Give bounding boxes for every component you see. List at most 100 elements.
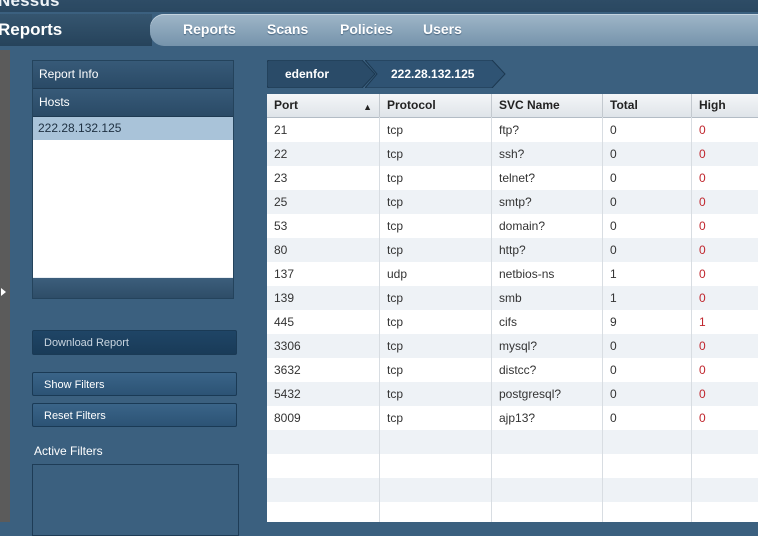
breadcrumb-host-label: 222.28.132.125	[391, 67, 475, 81]
cell-svc-name: netbios-ns	[499, 267, 555, 281]
section-title: Reports	[0, 20, 63, 39]
cell-protocol: tcp	[387, 291, 404, 305]
sort-ascending-icon: ▲	[363, 102, 372, 112]
show-filters-button[interactable]: Show Filters	[32, 372, 237, 396]
cell-port: 53	[274, 219, 288, 233]
cell-svc-name: postgresql?	[499, 387, 562, 401]
cell-protocol: tcp	[387, 123, 404, 137]
cell-svc-name: telnet?	[499, 171, 536, 185]
download-report-button[interactable]: Download Report	[32, 330, 237, 355]
cell-svc-name: ajp13?	[499, 411, 536, 425]
column-header-svc-name[interactable]: SVC Name	[492, 94, 603, 117]
expand-arrow-icon[interactable]	[1, 288, 6, 296]
cell-port: 5432	[274, 387, 301, 401]
cell-port: 3632	[274, 363, 301, 377]
table-row[interactable]: 80 tcp http? 0 0	[267, 238, 758, 262]
breadcrumb-host[interactable]: 222.28.132.125	[365, 60, 515, 88]
table-row-empty	[267, 430, 758, 454]
cell-high: 0	[699, 171, 706, 185]
table-row[interactable]: 3632 tcp distcc? 0 0	[267, 358, 758, 382]
tab-users[interactable]: Users	[423, 21, 462, 37]
cell-protocol: udp	[387, 267, 408, 281]
section-header: Reports	[0, 14, 152, 46]
table-row[interactable]: 8009 tcp ajp13? 0 0	[267, 406, 758, 430]
table-row[interactable]: 53 tcp domain? 0 0	[267, 214, 758, 238]
report-info-header[interactable]: Report Info	[33, 61, 233, 89]
column-header-protocol[interactable]: Protocol	[380, 94, 492, 117]
cell-protocol: tcp	[387, 171, 404, 185]
cell-svc-name: smb	[499, 291, 522, 305]
cell-total: 0	[610, 243, 617, 257]
table-row[interactable]: 3306 tcp mysql? 0 0	[267, 334, 758, 358]
cell-port: 3306	[274, 339, 301, 353]
cell-total: 0	[610, 123, 617, 137]
cell-total: 0	[610, 219, 617, 233]
cell-port: 23	[274, 171, 288, 185]
ports-table: Port ▲ Protocol SVC Name Total High 21 tc…	[267, 94, 758, 522]
cell-protocol: tcp	[387, 363, 404, 377]
column-header-high[interactable]: High	[692, 94, 758, 117]
cell-protocol: tcp	[387, 387, 404, 401]
cell-high: 0	[699, 291, 706, 305]
cell-port: 21	[274, 123, 288, 137]
cell-high: 0	[699, 339, 706, 353]
cell-high: 0	[699, 387, 706, 401]
cell-total: 0	[610, 171, 617, 185]
reset-filters-button[interactable]: Reset Filters	[32, 403, 237, 427]
cell-svc-name: domain?	[499, 219, 546, 233]
cell-svc-name: mysql?	[499, 339, 538, 353]
table-row[interactable]: 445 tcp cifs 9 1	[267, 310, 758, 334]
cell-port: 445	[274, 315, 295, 329]
tab-scans[interactable]: Scans	[267, 21, 308, 37]
cell-high: 0	[699, 123, 706, 137]
cell-svc-name: smtp?	[499, 195, 532, 209]
cell-protocol: tcp	[387, 243, 404, 257]
column-header-total[interactable]: Total	[603, 94, 692, 117]
hosts-list: 222.28.132.125	[33, 117, 233, 277]
column-header-port[interactable]: Port ▲	[267, 94, 380, 117]
cell-high: 0	[699, 363, 706, 377]
cell-high: 0	[699, 219, 706, 233]
cell-port: 80	[274, 243, 288, 257]
main-nav: Reports Scans Policies Users	[150, 14, 758, 46]
table-row-empty	[267, 478, 758, 502]
sidebar-collapse-bar[interactable]	[0, 50, 10, 522]
cell-high: 0	[699, 267, 706, 281]
column-divider	[602, 117, 603, 522]
cell-port: 22	[274, 147, 288, 161]
cell-svc-name: distcc?	[499, 363, 537, 377]
hosts-header[interactable]: Hosts	[33, 89, 233, 117]
cell-high: 0	[699, 195, 706, 209]
table-row[interactable]: 23 tcp telnet? 0 0	[267, 166, 758, 190]
table-row[interactable]: 139 tcp smb 1 0	[267, 286, 758, 310]
tab-policies[interactable]: Policies	[340, 21, 393, 37]
cell-total: 1	[610, 291, 617, 305]
table-row[interactable]: 137 udp netbios-ns 1 0	[267, 262, 758, 286]
table-header: Port ▲ Protocol SVC Name Total High	[267, 94, 758, 118]
cell-protocol: tcp	[387, 147, 404, 161]
active-filters-box	[32, 464, 239, 536]
column-header-label: Port	[274, 98, 298, 112]
table-row[interactable]: 5432 tcp postgresql? 0 0	[267, 382, 758, 406]
top-strip: Nessus	[0, 0, 758, 12]
cell-protocol: tcp	[387, 195, 404, 209]
table-row[interactable]: 21 tcp ftp? 0 0	[267, 118, 758, 142]
table-row[interactable]: 25 tcp smtp? 0 0	[267, 190, 758, 214]
cell-high: 1	[699, 315, 706, 329]
table-row[interactable]: 22 tcp ssh? 0 0	[267, 142, 758, 166]
breadcrumb-report[interactable]: edenfor	[267, 60, 377, 88]
cell-total: 9	[610, 315, 617, 329]
column-divider	[691, 117, 692, 522]
cell-svc-name: ftp?	[499, 123, 520, 137]
cell-port: 139	[274, 291, 295, 305]
host-item[interactable]: 222.28.132.125	[33, 117, 233, 140]
table-row-empty	[267, 454, 758, 478]
cell-svc-name: cifs	[499, 315, 517, 329]
active-filters-label: Active Filters	[34, 444, 103, 458]
cell-total: 1	[610, 267, 617, 281]
tab-reports[interactable]: Reports	[183, 21, 236, 37]
cell-total: 0	[610, 339, 617, 353]
cell-port: 8009	[274, 411, 301, 425]
cell-protocol: tcp	[387, 219, 404, 233]
cell-protocol: tcp	[387, 411, 404, 425]
